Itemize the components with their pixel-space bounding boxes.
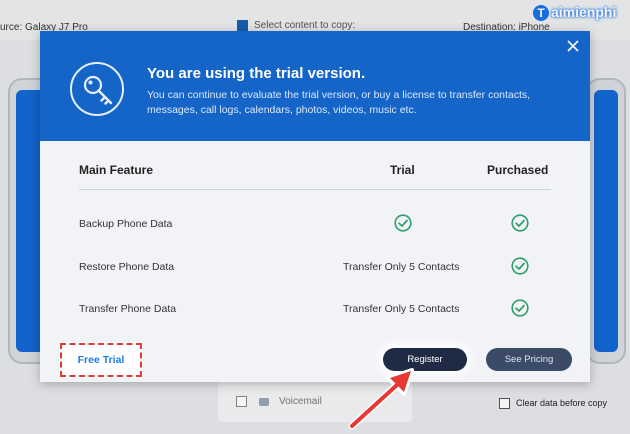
red-arrow-icon bbox=[348, 368, 418, 434]
dialog-description: You can continue to evaluate the trial v… bbox=[147, 89, 531, 116]
feature-label-transfer: Transfer Phone Data bbox=[79, 303, 177, 315]
check-circle-icon bbox=[394, 214, 412, 232]
dialog-header: You are using the trial version. You can… bbox=[40, 31, 590, 141]
key-icon bbox=[70, 62, 124, 116]
column-header-purchased: Purchased bbox=[487, 163, 549, 177]
check-circle-icon bbox=[511, 214, 529, 232]
feature-label-backup: Backup Phone Data bbox=[79, 218, 173, 230]
trial-limit-restore: Transfer Only 5 Contacts bbox=[343, 261, 460, 273]
check-circle-icon bbox=[511, 257, 529, 275]
trial-dialog: You are using the trial version. You can… bbox=[40, 31, 590, 382]
free-trial-label: Free Trial bbox=[77, 354, 125, 366]
trial-limit-transfer: Transfer Only 5 Contacts bbox=[343, 303, 460, 315]
close-icon[interactable] bbox=[565, 38, 581, 54]
free-trial-button[interactable]: Free Trial bbox=[59, 342, 143, 378]
check-circle-icon bbox=[511, 299, 529, 317]
column-header-trial: Trial bbox=[390, 163, 415, 177]
column-header-feature: Main Feature bbox=[79, 163, 154, 177]
dialog-title: You are using the trial version. bbox=[147, 65, 366, 82]
feature-label-restore: Restore Phone Data bbox=[79, 261, 175, 273]
see-pricing-button[interactable]: See Pricing bbox=[486, 348, 572, 371]
table-divider bbox=[79, 189, 551, 190]
